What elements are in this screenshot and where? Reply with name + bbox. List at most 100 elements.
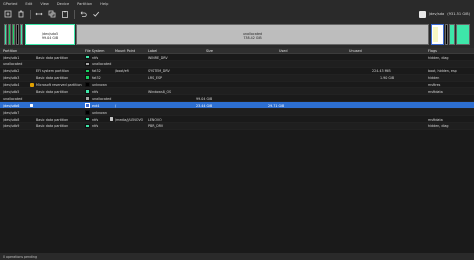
fs-cell: unknown [92, 83, 107, 88]
column-partition[interactable]: Partition [3, 49, 17, 53]
partition-map-sdb8[interactable] [449, 24, 455, 45]
column-unused[interactable]: Unused [349, 49, 362, 53]
flags-cell: hidden, diag [428, 55, 449, 60]
name-cell: EFI system partition [36, 69, 69, 74]
partition-map-size: 99.04 GiB [41, 36, 59, 40]
fs-swatch [85, 96, 90, 101]
toolbar-separator [30, 9, 31, 19]
fs-swatch [85, 54, 90, 60]
menu-device[interactable]: Device [57, 2, 69, 6]
flags-cell: hidden, diag [428, 124, 449, 129]
label-cell: LRS_ESP [148, 76, 163, 81]
menu-edit[interactable]: Edit [25, 2, 32, 6]
partition-map-sdb5[interactable]: /dev/sda5 99.04 GiB [25, 24, 75, 45]
fs-cell: ntfs [92, 89, 99, 94]
size-cell: 99.04 GiB [196, 96, 213, 101]
fs-cell: ntfs [92, 55, 99, 60]
column-filesystem[interactable]: File System [85, 49, 104, 53]
partition-cell: /dev/sdb2 [3, 69, 20, 74]
fs-swatch [85, 61, 90, 67]
device-size: (931.51 GiB) [447, 12, 470, 16]
partition-map-sdb2[interactable] [8, 24, 11, 45]
partition-map-sdb7[interactable] [445, 24, 448, 45]
partition-map-sdb1[interactable] [4, 24, 7, 45]
lock-icon [110, 117, 113, 121]
toolbar-separator [74, 9, 75, 19]
name-cell: Basic data partition [36, 124, 69, 129]
table-row[interactable]: /dev/sdb7 unknown [0, 109, 474, 117]
fs-cell: fat32 [92, 69, 101, 74]
column-size[interactable]: Size [206, 49, 213, 53]
column-label[interactable]: Label [148, 49, 157, 53]
paste-icon[interactable] [60, 9, 70, 19]
name-cell: Basic data partition [36, 55, 69, 60]
partition-map-unallocated[interactable]: unallocated 738.42 GiB [76, 24, 429, 45]
status-text: 0 operations pending [3, 254, 37, 259]
partition-cell: unallocated [3, 62, 23, 67]
label-cell: SYSTEM_DRV [148, 69, 170, 74]
table-row[interactable]: /dev/sdb3 Basic data partition fat32 LRS… [0, 74, 474, 82]
partition-map-sdb3[interactable] [12, 24, 15, 45]
column-flags[interactable]: Flags [428, 49, 437, 53]
partition-cell: /dev/sdb3 [3, 76, 20, 81]
table-row[interactable]: unallocated unallocated 99.04 GiB [0, 95, 474, 103]
table-row[interactable]: /dev/sdb5 Basic data partition ntfs Wind… [0, 88, 474, 96]
fs-swatch [85, 116, 90, 122]
column-used[interactable]: Used [279, 49, 288, 53]
warning-icon [30, 82, 34, 87]
device-name: /dev/sda [428, 12, 445, 16]
flags-cell: msftdata [428, 117, 443, 122]
menu-help[interactable]: Help [100, 2, 108, 6]
partition-map-size: 738.42 GiB [243, 36, 262, 40]
partition-map-sdb9[interactable] [456, 24, 470, 45]
status-bar: 0 operations pending [0, 253, 474, 260]
menu-partition[interactable]: Partition [77, 2, 92, 6]
partition-map-sdb6[interactable] [431, 24, 444, 45]
fs-cell: fat32 [92, 76, 101, 81]
table-row-selected[interactable]: /dev/sdb6 ext4 / 23.44 GiB 29.71 GiB [0, 102, 474, 110]
fs-cell: unallocated [92, 62, 112, 67]
table-row[interactable]: /dev/sdb9 Basic data partition ntfs PBR_… [0, 122, 474, 130]
new-partition-icon[interactable] [3, 9, 13, 19]
table-row[interactable]: /dev/sdb2 EFI system partition fat32 /bo… [0, 68, 474, 75]
partition-cell: /dev/sdb6 [3, 103, 20, 108]
fs-cell: ntfs [92, 124, 99, 129]
name-cell: Basic data partition [36, 76, 69, 81]
partition-cell: /dev/sdb1 [3, 55, 20, 60]
menu-view[interactable]: View [40, 2, 49, 6]
delete-icon[interactable] [16, 9, 26, 19]
mount-cell: / [115, 103, 117, 108]
device-selector[interactable]: /dev/sda (931.51 GiB) [418, 9, 470, 19]
mount-cell: /media/j/LENOVO [115, 117, 144, 122]
name-cell: Basic data partition [36, 117, 69, 122]
partition-map-sdb5b[interactable] [20, 24, 23, 45]
partition-cell: /dev/sdb7 [3, 110, 20, 115]
partition-map-sdb4[interactable] [16, 24, 19, 45]
fs-cell: unallocated [92, 96, 112, 101]
name-cell: Microsoft reserved partition [36, 83, 82, 88]
partition-cell: unallocated [3, 96, 23, 101]
partition-map: /dev/sda5 99.04 GiB unallocated 738.42 G… [0, 21, 474, 48]
table-row[interactable]: /dev/sdb8 Basic data partition ntfs /med… [0, 116, 474, 123]
label-cell: LENOVO [148, 117, 162, 122]
fs-swatch [85, 89, 90, 94]
column-mountpoint[interactable]: Mount Point [115, 49, 135, 53]
label-cell: WINRE_DRV [148, 55, 168, 60]
apply-icon[interactable] [91, 9, 101, 19]
partition-cell: /dev/sdb4 [3, 83, 20, 88]
table-row[interactable]: unallocated unallocated [0, 60, 474, 68]
partition-cell: /dev/sdb8 [3, 117, 20, 122]
undo-icon[interactable] [78, 9, 88, 19]
fs-swatch [85, 123, 90, 129]
fs-swatch [85, 68, 90, 74]
mount-cell: /boot/efi [115, 69, 129, 74]
partition-cell: /dev/sdb5 [3, 89, 20, 94]
copy-icon[interactable] [47, 9, 57, 19]
fs-cell: unknown [92, 110, 107, 115]
size-cell: 23.44 GiB [196, 103, 213, 108]
table-row[interactable]: /dev/sdb4 Microsoft reserved partition u… [0, 82, 474, 89]
table-row[interactable]: /dev/sdb1 Basic data partition ntfs WINR… [0, 54, 474, 61]
resize-icon[interactable] [34, 9, 44, 19]
menu-gparted[interactable]: GParted [3, 2, 17, 6]
label-cell: PBR_DRV [148, 124, 164, 129]
